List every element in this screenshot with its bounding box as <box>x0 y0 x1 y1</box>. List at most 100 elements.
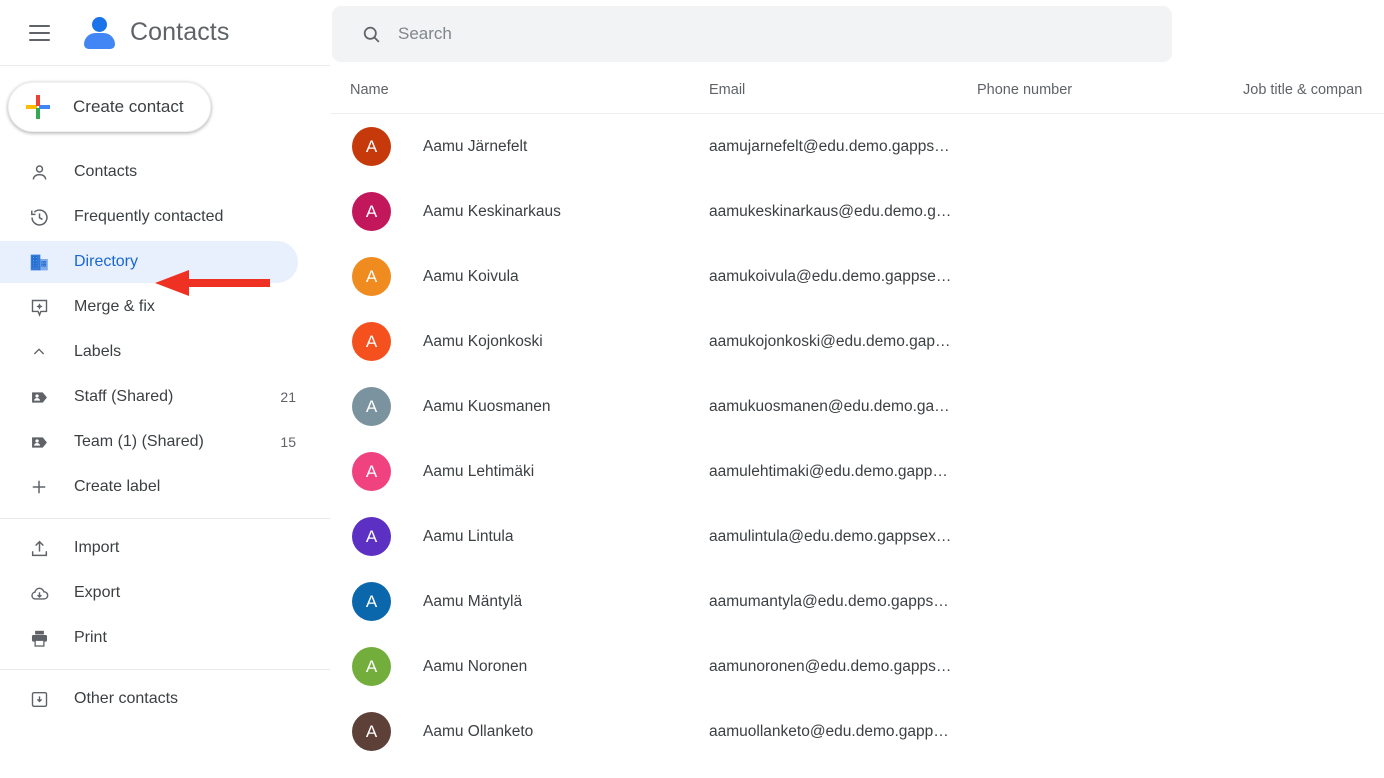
export-cloud-download-icon <box>28 582 50 604</box>
table-row[interactable]: A Aamu Ollanketo aamuollanketo@edu.demo.ga… <box>330 699 1384 764</box>
contact-email: aamukuosmanen@edu.demo.ga… <box>709 397 950 415</box>
avatar: A <box>352 127 391 166</box>
primary-nav: Contacts Frequently contacted Directory … <box>0 144 330 328</box>
table-row[interactable]: A Aamu Mäntylä aamumantyla@edu.demo.gapps… <box>330 569 1384 634</box>
building-icon <box>28 251 50 273</box>
contact-email: aamuollanketo@edu.demo.gapp… <box>709 722 949 740</box>
sidebar-divider-2 <box>0 669 330 670</box>
contacts-app: Contacts Create contact Contacts Frequen… <box>0 0 1384 778</box>
avatar: A <box>352 647 391 686</box>
search-icon <box>360 23 382 45</box>
contact-email: aamumantyla@edu.demo.gapps… <box>709 592 949 610</box>
sidebar-label-name: Staff (Shared) <box>74 388 174 405</box>
contact-name: Aamu Mäntylä <box>423 592 523 610</box>
create-contact-button[interactable]: Create contact <box>8 82 211 132</box>
create-label-text: Create label <box>74 478 161 495</box>
contact-name: Aamu Ollanketo <box>423 722 534 740</box>
sidebar-label-count: 21 <box>280 389 296 405</box>
sidebar-label-team-1-shared[interactable]: Team (1) (Shared) 15 <box>0 421 298 463</box>
contact-name: Aamu Lintula <box>423 527 514 545</box>
sidebar-item-label: Frequently contacted <box>74 208 224 225</box>
contact-name: Aamu Keskinarkaus <box>423 202 561 220</box>
avatar: A <box>352 517 391 556</box>
google-plus-icon <box>25 94 51 120</box>
avatar: A <box>352 257 391 296</box>
sidebar-item-directory[interactable]: Directory <box>0 241 298 283</box>
labels-section-label: Labels <box>74 343 122 360</box>
sidebar-item-contacts[interactable]: Contacts <box>0 151 298 193</box>
avatar: A <box>352 582 391 621</box>
table-row[interactable]: A Aamu Koivula aamukoivula@edu.demo.gappse… <box>330 244 1384 309</box>
contacts-list: A Aamu Järnefelt aamujarnefelt@edu.demo.ga… <box>330 114 1384 764</box>
sidebar-label-count: 15 <box>280 434 296 450</box>
table-row[interactable]: A Aamu Keskinarkaus aamukeskinarkaus@edu.d… <box>330 179 1384 244</box>
sidebar-item-label: Import <box>74 539 120 556</box>
sidebar-label-staff-shared[interactable]: Staff (Shared) 21 <box>0 376 298 418</box>
sidebar-item-label: Directory <box>74 253 139 270</box>
contact-name: Aamu Lehtimäki <box>423 462 535 480</box>
hamburger-icon[interactable] <box>22 16 56 50</box>
import-upload-icon <box>28 537 50 559</box>
contact-name: Aamu Kuosmanen <box>423 397 551 415</box>
column-header-name[interactable]: Name <box>350 82 389 98</box>
sidebar-item-print[interactable]: Print <box>0 617 298 659</box>
sidebar-item-other-contacts[interactable]: Other contacts <box>0 678 298 720</box>
column-header-email[interactable]: Email <box>709 82 745 98</box>
contact-email: aamulintula@edu.demo.gappsex… <box>709 527 952 545</box>
plus-icon <box>28 476 50 498</box>
label-tag-icon <box>28 431 50 453</box>
sidebar-item-label: Export <box>74 584 121 601</box>
avatar: A <box>352 192 391 231</box>
avatar: A <box>352 322 391 361</box>
contact-email: aamukeskinarkaus@edu.demo.g… <box>709 202 952 220</box>
column-header-phone[interactable]: Phone number <box>977 82 1072 98</box>
brand-bar: Contacts <box>0 0 330 66</box>
other-contacts-box-icon <box>28 688 50 710</box>
contact-email: aamulehtimaki@edu.demo.gapp… <box>709 462 948 480</box>
create-contact-wrap: Create contact <box>0 66 330 144</box>
contact-name: Aamu Järnefelt <box>423 137 528 155</box>
printer-icon <box>28 627 50 649</box>
sidebar-item-frequently-contacted[interactable]: Frequently contacted <box>0 196 298 238</box>
table-row[interactable]: A Aamu Noronen aamunoronen@edu.demo.gapps… <box>330 634 1384 699</box>
sidebar-item-export[interactable]: Export <box>0 572 298 614</box>
table-row[interactable]: A Aamu Lehtimäki aamulehtimaki@edu.demo.ga… <box>330 439 1384 504</box>
contact-name: Aamu Noronen <box>423 657 528 675</box>
table-row[interactable]: A Aamu Kojonkoski aamukojonkoski@edu.demo.… <box>330 309 1384 374</box>
page-title: Contacts <box>130 18 230 46</box>
contact-name: Aamu Kojonkoski <box>423 332 543 350</box>
table-row[interactable]: A Aamu Kuosmanen aamukuosmanen@edu.demo.ga… <box>330 374 1384 439</box>
labels-section-header[interactable]: Labels <box>0 331 298 373</box>
search-bar[interactable] <box>332 6 1172 62</box>
contact-email: aamujarnefelt@edu.demo.gapps… <box>709 137 950 155</box>
contact-email: aamunoronen@edu.demo.gapps… <box>709 657 952 675</box>
merge-fix-icon <box>28 296 50 318</box>
sidebar-item-merge-and-fix[interactable]: Merge & fix <box>0 286 298 328</box>
avatar: A <box>352 452 391 491</box>
avatar: A <box>352 712 391 751</box>
sidebar-item-import[interactable]: Import <box>0 527 298 569</box>
person-outline-icon <box>28 161 50 183</box>
contact-email: aamukoivula@edu.demo.gappse… <box>709 267 952 285</box>
chevron-up-icon <box>28 341 50 363</box>
table-row[interactable]: A Aamu Lintula aamulintula@edu.demo.gappse… <box>330 504 1384 569</box>
sidebar-label-name: Team (1) (Shared) <box>74 433 204 450</box>
sidebar-item-label: Other contacts <box>74 690 179 707</box>
label-tag-icon <box>28 386 50 408</box>
search-input[interactable] <box>398 24 1098 44</box>
column-header-job-title[interactable]: Job title & compan <box>1243 82 1362 98</box>
create-contact-label: Create contact <box>73 97 184 116</box>
main-panel: Name Email Phone number Job title & comp… <box>330 0 1384 778</box>
sidebar: Contacts Create contact Contacts Frequen… <box>0 0 330 778</box>
contact-email: aamukojonkoski@edu.demo.gap… <box>709 332 951 350</box>
create-label-item[interactable]: Create label <box>0 466 298 508</box>
sidebar-item-label: Print <box>74 629 107 646</box>
table-header-row: Name Email Phone number Job title & comp… <box>330 72 1384 114</box>
table-row[interactable]: A Aamu Järnefelt aamujarnefelt@edu.demo.ga… <box>330 114 1384 179</box>
contact-name: Aamu Koivula <box>423 267 519 285</box>
avatar: A <box>352 387 391 426</box>
history-clock-icon <box>28 206 50 228</box>
sidebar-item-label: Merge & fix <box>74 298 155 315</box>
sidebar-item-label: Contacts <box>74 163 138 180</box>
contacts-person-logo <box>82 15 118 51</box>
